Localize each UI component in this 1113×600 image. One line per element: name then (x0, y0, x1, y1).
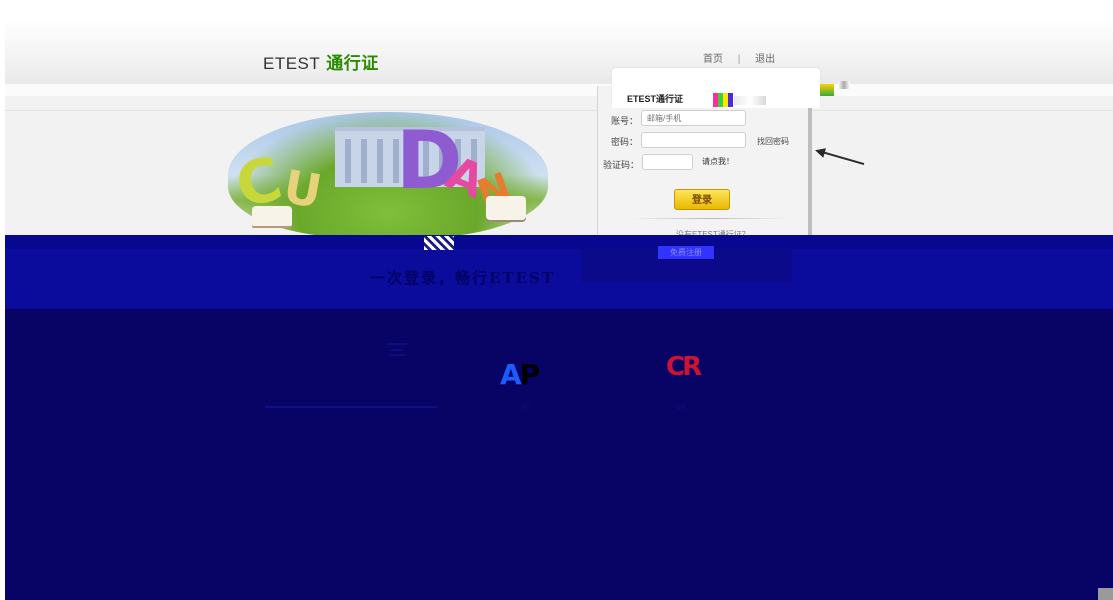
captcha-input[interactable] (642, 154, 693, 170)
book-graphic-left (252, 206, 292, 226)
header-bottom-strip (5, 84, 1113, 96)
register-button[interactable]: 免费注册 (658, 246, 714, 259)
content-band-divider (5, 110, 1113, 111)
logo-brand: 通行证 (326, 54, 379, 73)
account-label: 账号： (611, 116, 639, 126)
partner-label-ap: AP (520, 405, 529, 411)
partners-area (5, 309, 1113, 600)
content-band (5, 96, 1113, 236)
login-divider (632, 218, 787, 219)
header-bar (5, 20, 1113, 84)
account-input[interactable] (641, 110, 746, 126)
render-artifact (734, 96, 766, 105)
partner-label-cr: CR (676, 405, 686, 411)
partner-logo-cr[interactable]: CR (666, 352, 702, 382)
render-artifact (838, 81, 850, 89)
partner-logo-ap[interactable]: AP (500, 358, 540, 391)
logo-text: ETEST (263, 54, 321, 73)
scrollbar-corner[interactable] (1098, 588, 1113, 600)
partner-label-1 (265, 405, 437, 409)
password-input[interactable] (641, 132, 746, 148)
login-title: ETEST通行证 (627, 94, 684, 104)
book-graphic-right (486, 196, 526, 220)
password-label: 密码： (611, 137, 639, 147)
nav-separator: | (737, 54, 741, 65)
nav-logout-link[interactable]: 退出 (755, 54, 775, 65)
slogan-band-top (5, 235, 1113, 249)
render-artifact (713, 93, 733, 107)
render-artifact (820, 84, 834, 96)
partner-logo-1[interactable] (385, 340, 409, 358)
captcha-label: 验证码： (603, 160, 640, 170)
login-button[interactable]: 登录 (674, 189, 730, 210)
slogan-text: 一次登录，畅行ETEST (370, 269, 556, 287)
site-logo[interactable]: ETEST 通行证 (263, 49, 379, 74)
render-artifact (424, 236, 454, 250)
forgot-password-link[interactable]: 找回密码 (757, 136, 789, 147)
partner-ap-p: P (519, 358, 540, 391)
partner-ap-a: A (500, 358, 522, 391)
captcha-refresh-link[interactable]: 请点我！ (702, 156, 734, 167)
nav-home-link[interactable]: 首页 (703, 54, 723, 65)
top-nav: 首页 | 退出 (703, 50, 775, 65)
